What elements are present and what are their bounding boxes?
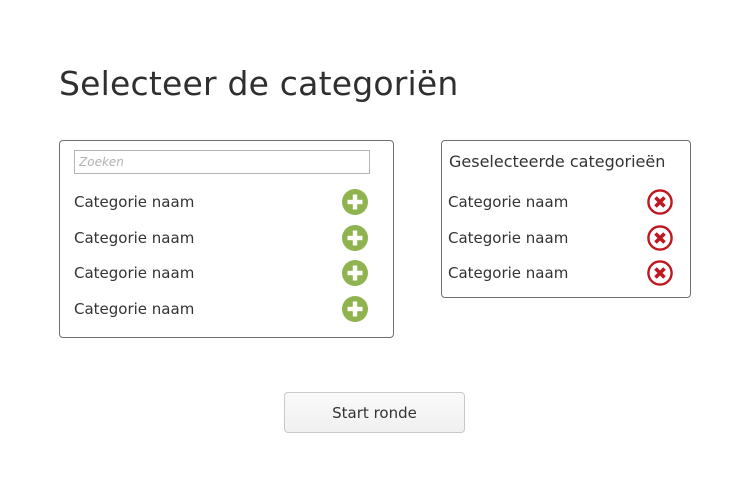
list-item: Categorie naam — [448, 225, 674, 253]
plus-circle-icon[interactable] — [342, 296, 368, 322]
plus-circle-icon[interactable] — [342, 189, 368, 215]
selected-categories-panel: Geselecteerde categorieën Categorie naam… — [441, 140, 691, 298]
category-name: Categorie naam — [74, 300, 195, 318]
remove-circle-icon[interactable] — [647, 189, 673, 215]
list-item: Categorie naam — [74, 260, 370, 288]
selected-categories-header: Geselecteerde categorieën — [449, 152, 666, 171]
plus-circle-icon[interactable] — [342, 260, 368, 286]
list-item: Categorie naam — [74, 225, 370, 253]
category-name: Categorie naam — [74, 264, 195, 282]
remove-circle-icon[interactable] — [647, 225, 673, 251]
list-item: Categorie naam — [448, 189, 674, 217]
list-item: Categorie naam — [74, 296, 370, 324]
list-item: Categorie naam — [74, 189, 370, 217]
category-name: Categorie naam — [74, 193, 195, 211]
category-name: Categorie naam — [448, 229, 569, 247]
available-categories-panel: Categorie naam Categorie naam Categorie … — [59, 140, 394, 338]
category-name: Categorie naam — [448, 264, 569, 282]
search-input[interactable] — [74, 150, 370, 174]
page-title: Selecteer de categoriën — [59, 64, 459, 103]
category-name: Categorie naam — [448, 193, 569, 211]
plus-circle-icon[interactable] — [342, 225, 368, 251]
category-name: Categorie naam — [74, 229, 195, 247]
remove-circle-icon[interactable] — [647, 260, 673, 286]
list-item: Categorie naam — [448, 260, 674, 288]
start-round-button[interactable]: Start ronde — [284, 392, 465, 433]
